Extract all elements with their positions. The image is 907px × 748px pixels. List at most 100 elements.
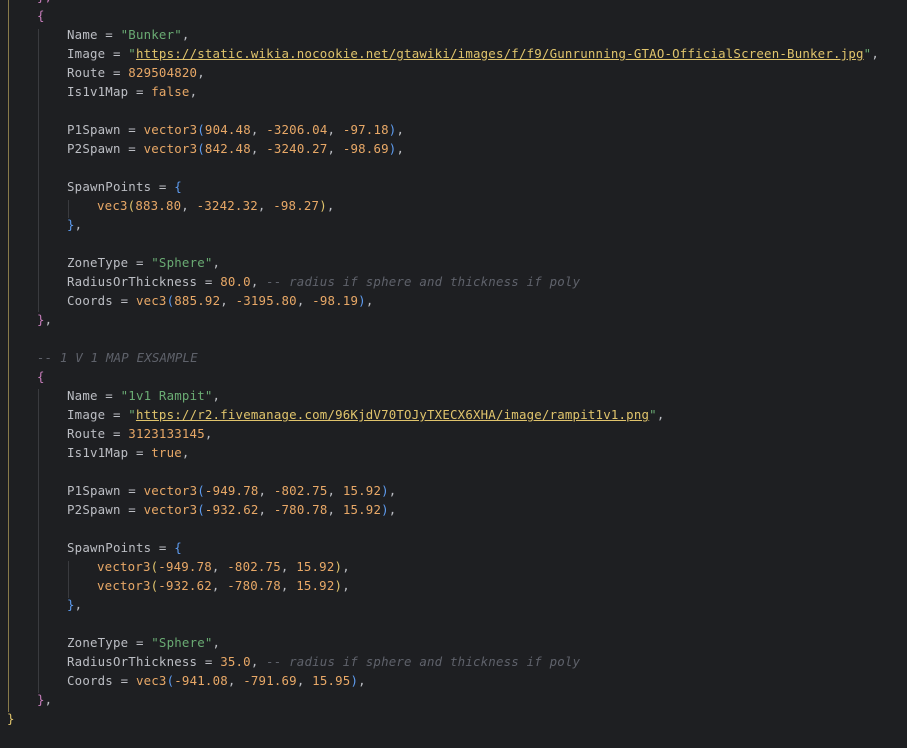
code-token: ) (358, 293, 366, 308)
code-token: vector3 (143, 141, 198, 156)
code-line[interactable]: { (37, 6, 45, 25)
code-token: -98.69 (342, 141, 389, 156)
url-link[interactable]: https://r2.fivemanage.com/96KjdV70TOJyTX… (136, 407, 649, 422)
code-token: vec3 (135, 673, 167, 688)
code-token: , (227, 673, 244, 688)
code-token: , (327, 502, 343, 517)
code-token: , (396, 141, 405, 156)
code-token: , (220, 293, 236, 308)
code-line[interactable]: RadiusOrThickness = 80.0, -- radius if s… (67, 272, 580, 291)
code-line[interactable]: vec3(883.80, -3242.32, -98.27), (97, 196, 335, 215)
code-token: Route = (67, 65, 129, 80)
code-line[interactable]: P1Spawn = vector3(-949.78, -802.75, 15.9… (67, 481, 396, 500)
code-token: -932.62 (158, 578, 212, 593)
code-line[interactable]: Name = "Bunker", (67, 25, 190, 44)
code-token: -941.08 (174, 673, 228, 688)
code-line[interactable]: Route = 3123133145, (67, 424, 213, 443)
code-comment: -- 1 V 1 MAP EXSAMPLE (37, 350, 198, 365)
code-token: , (871, 46, 879, 61)
code-editor[interactable]: },{Name = "Bunker",Image = "https://stat… (0, 0, 907, 748)
code-token: }, (37, 0, 52, 4)
code-token: vector3 (143, 483, 198, 498)
code-token: 35.0 (220, 654, 251, 669)
code-token: "1v1 Rampit" (120, 388, 213, 403)
code-line[interactable]: Is1v1Map = false, (67, 82, 197, 101)
code-token: 842.48 (204, 141, 251, 156)
code-token: ) (319, 198, 327, 213)
code-line[interactable]: P2Spawn = vector3(-932.62, -780.78, 15.9… (67, 500, 396, 519)
code-token: } (67, 597, 75, 612)
code-token: RadiusOrThickness = (67, 274, 221, 289)
code-line[interactable]: ZoneType = "Sphere", (67, 633, 220, 652)
code-line[interactable]: Coords = vec3(885.92, -3195.80, -98.19), (67, 291, 373, 310)
code-token: 15.92 (342, 483, 382, 498)
url-link[interactable]: https://static.wikia.nocookie.net/gtawik… (136, 46, 864, 61)
code-token: -780.78 (227, 578, 281, 593)
code-line[interactable]: }, (67, 595, 82, 614)
code-token: ZoneType = (67, 635, 152, 650)
code-token: , (197, 65, 205, 80)
code-line[interactable]: }, (37, 690, 52, 709)
code-token: Name = (67, 27, 121, 42)
code-line[interactable]: }, (67, 215, 82, 234)
code-token: } (67, 217, 75, 232)
code-token: } (37, 692, 45, 707)
code-token: } (7, 711, 15, 726)
code-token: , (44, 692, 53, 707)
code-line[interactable]: vector3(-949.78, -802.75, 15.92), (97, 557, 350, 576)
code-token: , (212, 388, 221, 403)
code-token: , (388, 502, 397, 517)
code-line[interactable]: RadiusOrThickness = 35.0, -- radius if s… (67, 652, 580, 671)
code-line[interactable]: }, (37, 310, 52, 329)
code-token: , (211, 578, 228, 593)
code-token: , (212, 635, 221, 650)
code-line[interactable]: SpawnPoints = { (67, 538, 182, 557)
code-token: -802.75 (273, 483, 328, 498)
code-line[interactable]: } (7, 709, 15, 728)
indent-guide (38, 29, 39, 312)
code-token: ( (197, 141, 205, 156)
code-line[interactable]: SpawnPoints = { (67, 177, 182, 196)
code-token: "Sphere" (151, 635, 213, 650)
code-token: " (649, 407, 657, 422)
code-line[interactable]: -- 1 V 1 MAP EXSAMPLE (37, 348, 198, 367)
code-token: " (128, 407, 136, 422)
code-line[interactable]: Name = "1v1 Rampit", (67, 386, 220, 405)
code-line[interactable]: Route = 829504820, (67, 63, 205, 82)
code-token: SpawnPoints = (67, 540, 175, 555)
code-line[interactable]: ZoneType = "Sphere", (67, 253, 220, 272)
code-token: " (128, 46, 136, 61)
code-token: , (250, 654, 267, 669)
code-token: true (151, 445, 182, 460)
code-token: -98.27 (273, 198, 320, 213)
code-line[interactable]: Image = "https://static.wikia.nocookie.n… (67, 44, 879, 63)
code-token: Coords = (67, 673, 136, 688)
code-token: -3195.80 (235, 293, 297, 308)
code-token: -932.62 (204, 502, 259, 517)
code-line[interactable]: vector3(-932.62, -780.78, 15.92), (97, 576, 350, 595)
code-line[interactable]: P1Spawn = vector3(904.48, -3206.04, -97.… (67, 120, 404, 139)
code-token: -949.78 (204, 483, 259, 498)
code-token: -780.78 (273, 502, 328, 517)
code-token: vector3 (143, 502, 198, 517)
code-token: , (181, 198, 197, 213)
code-line[interactable]: P2Spawn = vector3(842.48, -3240.27, -98.… (67, 139, 404, 158)
code-token: vector3 (143, 122, 198, 137)
code-token: Is1v1Map = (67, 84, 152, 99)
code-token: , (327, 483, 343, 498)
code-line[interactable]: Is1v1Map = true, (67, 443, 190, 462)
code-token: vector3 (97, 578, 151, 593)
code-line[interactable]: Image = "https://r2.fivemanage.com/96Kjd… (67, 405, 665, 424)
code-line[interactable]: { (37, 367, 45, 386)
code-token: ) (381, 483, 389, 498)
code-token: , (74, 217, 83, 232)
code-token: , (189, 84, 198, 99)
code-line[interactable]: Coords = vec3(-941.08, -791.69, 15.95), (67, 671, 366, 690)
code-token: "Bunker" (120, 27, 182, 42)
code-token: { (174, 540, 182, 555)
code-token: , (204, 426, 213, 441)
code-token: 15.92 (296, 578, 335, 593)
code-token: vec3 (135, 293, 167, 308)
code-token: } (37, 312, 45, 327)
code-token: "Sphere" (151, 255, 213, 270)
